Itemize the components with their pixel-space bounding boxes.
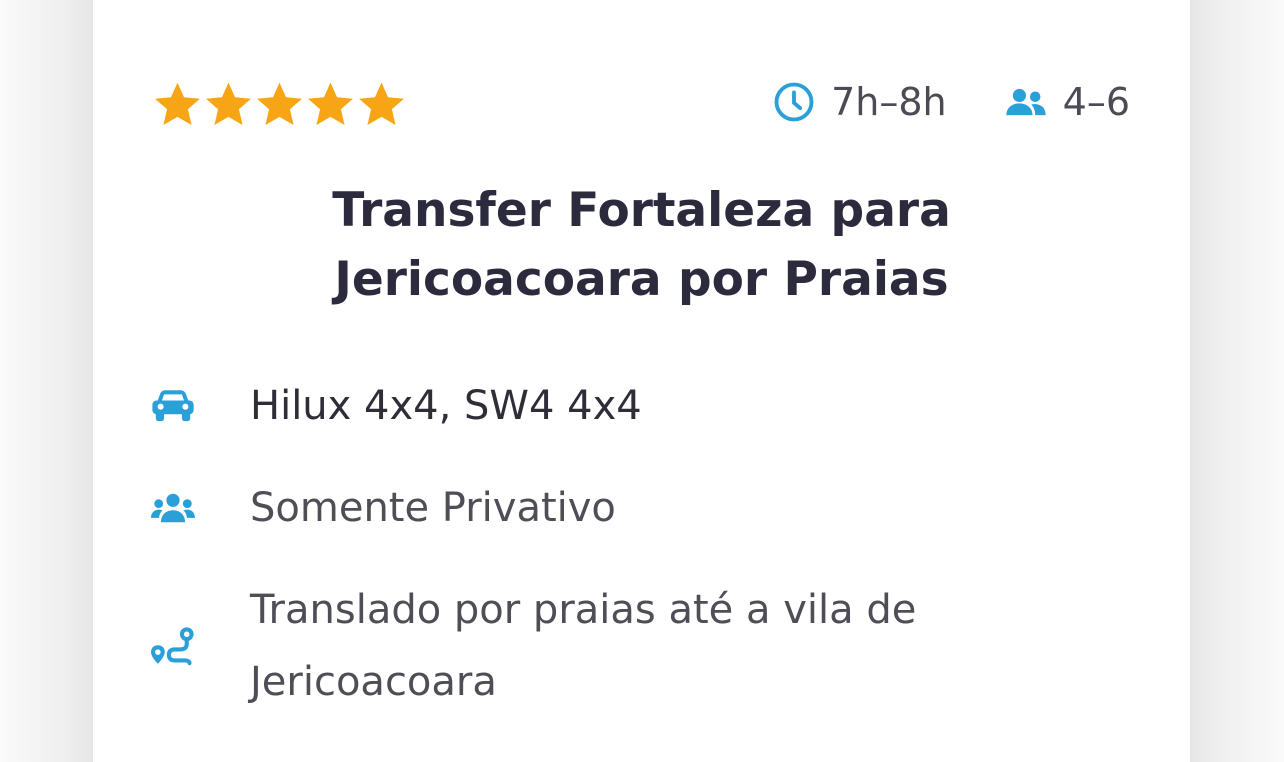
duration-value: 7h–8h xyxy=(831,80,947,124)
users-icon xyxy=(1005,88,1046,116)
page-gutter-left xyxy=(0,0,93,762)
passengers-info: 4–6 xyxy=(1005,80,1130,124)
tour-meta: 7h–8h 4–6 xyxy=(773,80,1130,124)
tour-title-line-2: Jericoacoara por Praias xyxy=(334,252,949,307)
tour-title: Transfer Fortaleza para Jericoacoara por… xyxy=(93,176,1190,314)
star-icon xyxy=(257,82,302,126)
tour-title-line-1: Transfer Fortaleza para xyxy=(332,183,951,238)
group-icon xyxy=(151,493,195,523)
car-icon xyxy=(152,390,194,422)
clock-icon xyxy=(774,82,814,122)
star-icon xyxy=(206,82,251,126)
star-icon xyxy=(308,82,353,126)
page-gutter-right xyxy=(1190,0,1284,762)
duration-info: 7h–8h xyxy=(773,80,947,124)
star-icon xyxy=(359,82,404,126)
feature-vehicle-text: Hilux 4x4, SW4 4x4 xyxy=(250,383,642,429)
feature-route-text: Translado por praias até a vila de Jeric… xyxy=(250,587,917,705)
passengers-value: 4–6 xyxy=(1062,80,1130,124)
star-rating xyxy=(153,78,406,130)
star-icon xyxy=(155,82,200,126)
feature-privacy-text: Somente Privativo xyxy=(250,485,616,531)
tour-card: 7h–8h 4–6 Transfer Fortaleza para Jerico… xyxy=(93,0,1190,762)
route-icon xyxy=(151,627,194,666)
